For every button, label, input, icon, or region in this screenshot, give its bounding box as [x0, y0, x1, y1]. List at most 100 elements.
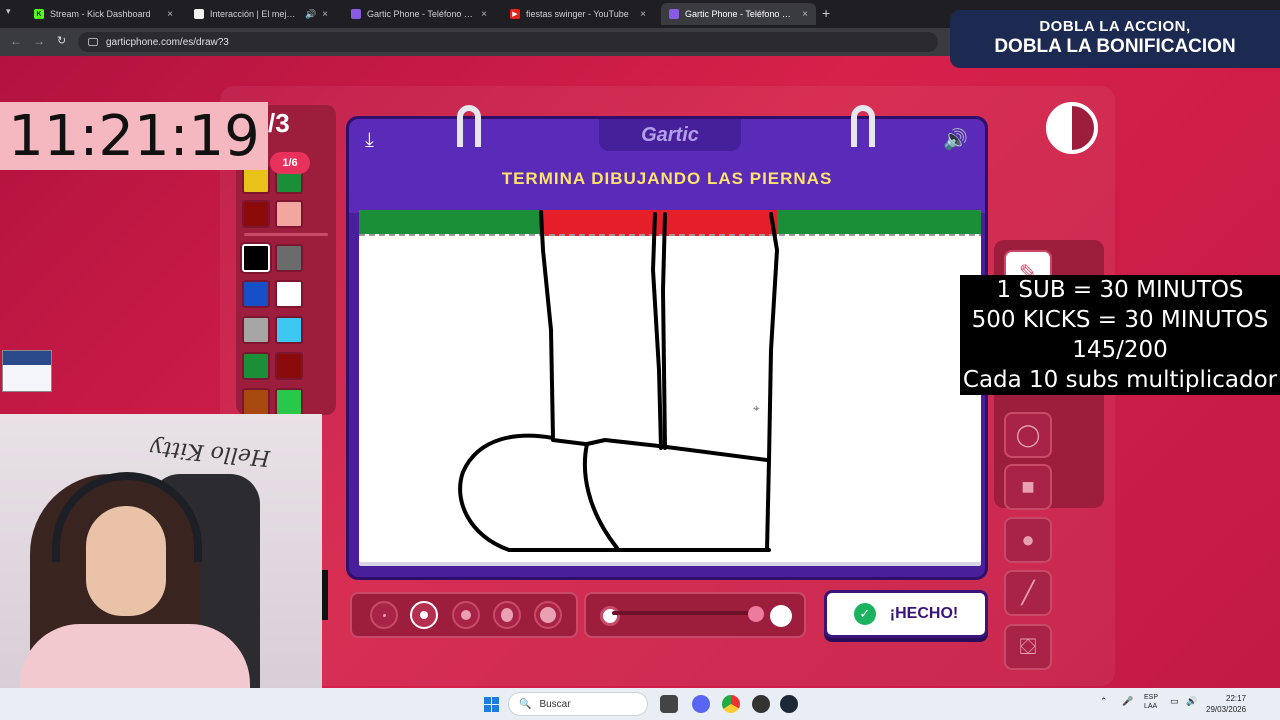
- promo-line-1: DOBLA LA ACCION,: [1039, 18, 1191, 35]
- search-icon: 🔍: [519, 698, 532, 710]
- tab-label: Interacción | El mejor softw: [210, 9, 299, 19]
- download-icon[interactable]: ⤓: [365, 129, 374, 152]
- brush-size-3-button[interactable]: [452, 601, 480, 629]
- brush-size-5-button[interactable]: [534, 601, 562, 629]
- done-button[interactable]: ✓ ¡HECHO!: [824, 590, 988, 638]
- interaccion-favicon-icon: [194, 9, 204, 19]
- color-swatch-pink[interactable]: [275, 200, 303, 228]
- stream-clock: 11:21:19: [0, 102, 268, 170]
- color-swatch-gray[interactable]: [275, 244, 303, 272]
- drawing-canvas[interactable]: ⌖: [359, 210, 981, 562]
- clock-date[interactable]: 22:17 29/03/2026: [1206, 693, 1246, 715]
- color-swatch-light-gray[interactable]: [242, 316, 270, 344]
- color-swatch-brown[interactable]: [242, 388, 270, 416]
- site-info-icon[interactable]: [88, 38, 98, 46]
- tab-close-icon[interactable]: ×: [481, 9, 487, 20]
- sound-icon[interactable]: 🔊: [943, 127, 968, 152]
- color-swatch-dark-red[interactable]: [242, 200, 270, 228]
- microphone-icon[interactable]: 🎤: [1122, 696, 1133, 707]
- screen-thumbnail: [2, 350, 52, 392]
- tab-close-icon[interactable]: ×: [167, 9, 173, 20]
- drawing-card: Gartic TERMINA DIBUJANDO LAS PIERNAS ⤓ 🔊…: [346, 105, 988, 580]
- gartic-logo: Gartic: [599, 119, 741, 151]
- taskbar-date: 29/03/2026: [1206, 705, 1247, 714]
- subs-line-2: 500 KICKS = 30 MINUTOS: [971, 307, 1269, 333]
- line-tool-button[interactable]: ╱: [1004, 570, 1052, 616]
- palette-divider: [244, 233, 328, 236]
- steam-icon[interactable]: [780, 695, 798, 713]
- tab-label: Gartic Phone - Teléfono Descon: [685, 9, 796, 19]
- timer-icon: [1046, 102, 1098, 154]
- discord-icon[interactable]: [692, 695, 710, 713]
- search-placeholder: Buscar: [539, 698, 571, 710]
- tab-close-icon[interactable]: ×: [640, 9, 646, 20]
- ellipse-tool-button[interactable]: ◯: [1004, 412, 1052, 458]
- color-swatch-white[interactable]: [275, 280, 303, 308]
- speaker-icon[interactable]: 🔊: [305, 9, 316, 20]
- language-code: ESP: [1144, 694, 1159, 701]
- brush-size-4-button[interactable]: [493, 601, 521, 629]
- fill-bucket-tool-button[interactable]: ⛋: [1004, 624, 1052, 670]
- tab-interaccion[interactable]: Interacción | El mejor softw 🔊 ×: [186, 3, 336, 25]
- url-text: garticphone.com/es/draw?3: [106, 36, 229, 48]
- tab-gartic-1[interactable]: Gartic Phone - Teléfono Descon ×: [343, 3, 495, 25]
- obs-icon[interactable]: [752, 695, 770, 713]
- color-swatch-blue[interactable]: [242, 280, 270, 308]
- opacity-min-icon: [600, 606, 620, 626]
- crosshair-cursor-icon: ⌖: [753, 401, 760, 415]
- card-header: Gartic TERMINA DIBUJANDO LAS PIERNAS: [349, 119, 985, 213]
- brush-size-2-button[interactable]: [410, 601, 438, 629]
- tab-label: Gartic Phone - Teléfono Descon: [367, 9, 476, 19]
- subs-line-3: 145/200: [1072, 337, 1168, 363]
- reload-icon[interactable]: ↻: [57, 34, 66, 47]
- volume-icon[interactable]: 🔊: [1186, 696, 1197, 707]
- color-swatch-black[interactable]: [242, 244, 270, 272]
- forward-icon[interactable]: →: [33, 34, 45, 48]
- chrome-icon[interactable]: [722, 695, 740, 713]
- windows-start-icon[interactable]: [484, 697, 499, 712]
- tab-close-icon[interactable]: ×: [322, 9, 328, 20]
- subs-line-1: 1 SUB = 30 MINUTOS: [996, 277, 1244, 303]
- network-icon[interactable]: ▭: [1170, 696, 1179, 707]
- filled-ellipse-tool-button[interactable]: ●: [1004, 517, 1052, 563]
- color-swatch-green-2[interactable]: [242, 352, 270, 380]
- back-icon[interactable]: ←: [10, 34, 22, 48]
- color-swatch-lime[interactable]: [275, 388, 303, 416]
- language-region: LAA: [1144, 703, 1158, 710]
- overlay-strip: [322, 570, 328, 620]
- check-icon: ✓: [853, 603, 876, 625]
- round-counter: /3: [268, 108, 290, 138]
- color-swatch-yellow[interactable]: [242, 166, 270, 194]
- opacity-slider-handle[interactable]: [748, 606, 764, 622]
- promo-line-2: DOBLA LA BONIFICACION: [994, 36, 1236, 57]
- binder-ring-right: [851, 105, 875, 147]
- tab-kick-dashboard[interactable]: K Stream - Kick Dashboard ×: [26, 3, 181, 25]
- drawing-prompt: TERMINA DIBUJANDO LAS PIERNAS: [501, 169, 833, 188]
- taskbar-search[interactable]: 🔍 Buscar: [508, 692, 648, 716]
- subs-line-4: Cada 10 subs multiplicador: [962, 367, 1278, 393]
- opacity-slider[interactable]: [612, 611, 762, 615]
- tab-close-icon[interactable]: ×: [802, 9, 808, 20]
- promo-banner: DOBLA LA ACCION, DOBLA LA BONIFICACION: [950, 10, 1280, 68]
- task-view-icon[interactable]: [660, 695, 678, 713]
- new-tab-button[interactable]: +: [822, 5, 830, 21]
- tab-label: fiestas swinger - YouTube: [526, 9, 629, 19]
- done-label: ¡HECHO!: [889, 605, 959, 622]
- url-field[interactable]: garticphone.com/es/draw?3: [78, 32, 938, 52]
- taskbar-time: 22:17: [1226, 694, 1247, 703]
- rectangle-tool-button[interactable]: ■: [1004, 464, 1052, 510]
- tab-search-icon[interactable]: ▾: [6, 6, 11, 17]
- brush-size-1-button[interactable]: [370, 601, 398, 629]
- color-swatch-maroon[interactable]: [275, 352, 303, 380]
- language-indicator[interactable]: ESP LAA: [1144, 693, 1158, 711]
- tab-gartic-active[interactable]: Gartic Phone - Teléfono Descon ×: [661, 3, 816, 25]
- hello-kitty-text: Hello Kitty: [149, 434, 271, 471]
- tray-chevron-icon[interactable]: ⌃: [1100, 696, 1108, 707]
- taskbar: 🔍 Buscar ⌃ 🎤 ESP LAA ▭ 🔊 22:17 29/03/202…: [0, 688, 1280, 720]
- color-swatch-cyan[interactable]: [275, 316, 303, 344]
- tab-youtube[interactable]: ▶ fiestas swinger - YouTube ×: [502, 3, 654, 25]
- kick-favicon-icon: K: [34, 9, 44, 19]
- gartic-favicon-icon: [669, 9, 679, 19]
- opacity-max-icon: [770, 605, 792, 627]
- drawing-strokes: [359, 210, 981, 552]
